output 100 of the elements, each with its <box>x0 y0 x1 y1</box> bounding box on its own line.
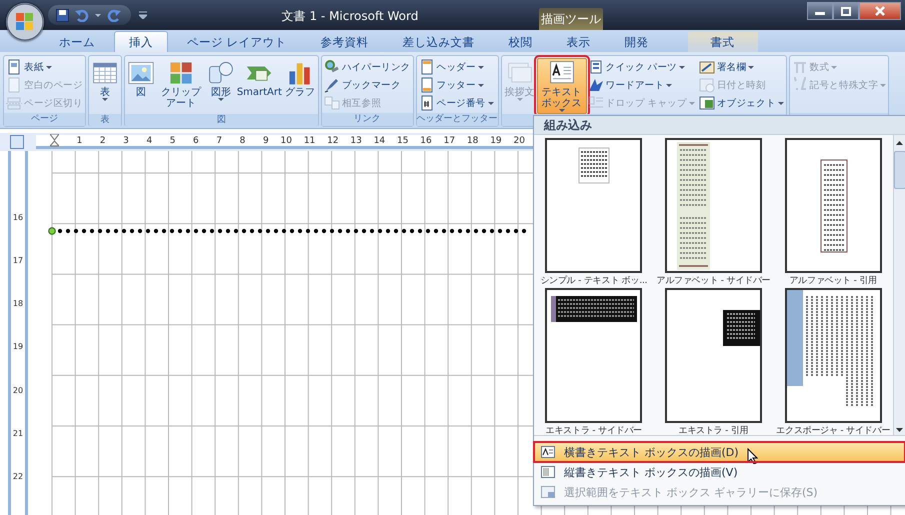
ruler-number: 9 <box>262 136 269 146</box>
ribbon-tab[interactable]: ホーム <box>44 31 110 52</box>
caret-icon <box>218 98 224 101</box>
gallery-caption: シンプル - テキスト ボッ... <box>540 274 648 287</box>
ribbon-tab[interactable]: 校閲 <box>494 31 548 52</box>
group-label: リンク <box>322 113 413 126</box>
ribbon-button[interactable]: クリップアート <box>156 58 206 114</box>
ribbon-button[interactable]: 表 <box>90 58 119 114</box>
caret-icon <box>46 66 52 68</box>
indent-marker-icon[interactable] <box>50 134 59 148</box>
caret-icon[interactable] <box>95 14 101 16</box>
ribbon-button[interactable]: オブジェクト <box>698 94 784 112</box>
ribbon-button[interactable]: クイック パーツ <box>588 58 695 76</box>
shape-handle-icon[interactable] <box>48 227 56 235</box>
ruler-number: 6 <box>192 136 199 146</box>
caret-icon <box>558 109 565 112</box>
caret-icon <box>831 66 838 68</box>
ruler-number: 11 <box>302 136 316 146</box>
redo-icon[interactable] <box>107 8 121 22</box>
ribbon-tab[interactable]: ページ レイアウト <box>172 31 302 52</box>
ruler-number: 7 <box>215 136 222 146</box>
ribbon-button[interactable]: SmartArt <box>236 58 283 114</box>
ribbon-tab[interactable]: 参考資料 <box>306 31 384 52</box>
gallery-caption: エキストラ - 引用 <box>678 425 748 437</box>
gallery-thumbnail[interactable] <box>545 288 642 423</box>
header-icon <box>418 59 435 75</box>
ruler-number: 16 <box>419 136 432 146</box>
ruler-number: 20 <box>12 386 24 397</box>
table-icon <box>92 60 118 86</box>
ruler-number: 18 <box>12 299 24 310</box>
menu-item[interactable]: 縦書きテキスト ボックスの描画(V) <box>534 462 905 482</box>
gallery-thumbnail[interactable] <box>784 138 882 273</box>
ruler-number: 4 <box>145 136 152 146</box>
mouse-cursor-icon <box>746 448 758 464</box>
ruler-number: 12 <box>326 136 339 146</box>
link-icon <box>324 59 340 75</box>
ribbon-button[interactable]: ページ番号 <box>418 94 494 112</box>
caret-icon <box>778 102 784 104</box>
close-icon <box>874 6 886 16</box>
gallery-section-header: 組み込み <box>534 116 905 135</box>
text-box-icon <box>548 60 575 86</box>
customize-icon[interactable] <box>139 11 147 19</box>
ruler-number: 14 <box>372 136 386 146</box>
shapes-icon <box>208 60 234 86</box>
ribbon-tab[interactable]: 書式 <box>688 31 758 52</box>
ruler-number: 19 <box>489 136 502 146</box>
restore-icon <box>840 6 852 16</box>
ribbon-tab[interactable]: 挿入 <box>114 31 168 52</box>
restore-button[interactable] <box>833 2 859 20</box>
ribbon-button[interactable]: ヘッダー <box>418 58 494 76</box>
gallery-thumbnail[interactable] <box>664 288 762 423</box>
scroll-bar[interactable] <box>893 135 905 435</box>
group-label: ページ <box>4 113 85 126</box>
caret-icon <box>666 84 672 86</box>
ruler-number: 3 <box>122 136 129 146</box>
gallery-caption: エクスポージャ - サイドバー <box>776 425 890 437</box>
ribbon-button[interactable]: グラフ <box>284 58 316 114</box>
ribbon-button[interactable]: 図 <box>126 58 155 114</box>
gallery-caption: アルファベット - サイドバー <box>656 275 770 287</box>
picture-icon <box>128 60 154 86</box>
pi-icon <box>792 59 808 75</box>
page-number-icon <box>418 95 435 111</box>
ribbon-button[interactable]: 署名欄 <box>698 58 784 76</box>
gallery-thumbnail[interactable] <box>784 288 882 423</box>
ribbon-tab[interactable]: 表示 <box>552 31 606 52</box>
ruler-number: 5 <box>168 136 176 146</box>
save-icon[interactable] <box>56 8 69 22</box>
gallery-thumbnail[interactable] <box>664 138 762 273</box>
dotted-line[interactable] <box>57 227 527 235</box>
ruler-number: 15 <box>396 136 408 146</box>
ribbon-button[interactable]: ワードアート <box>588 76 695 94</box>
ruler-number: 2 <box>98 136 106 146</box>
scroll-down-icon[interactable] <box>896 428 903 432</box>
ribbon-button[interactable]: ハイパーリンク <box>324 58 411 76</box>
menu-item[interactable]: 横書きテキスト ボックスの描画(D) <box>534 442 905 462</box>
caret-icon <box>478 84 484 86</box>
close-button[interactable] <box>859 2 901 20</box>
ribbon-tab[interactable]: 開発 <box>610 31 664 52</box>
gallery-thumbnail[interactable] <box>545 138 642 273</box>
vertical-text-box-icon <box>541 466 555 478</box>
ribbon-button[interactable]: テキストボックス <box>536 58 587 114</box>
ruler-number: 19 <box>12 342 24 354</box>
ribbon-button[interactable]: フッター <box>418 76 494 94</box>
ribbon-tab[interactable]: 差し込み文書 <box>388 31 490 52</box>
footer-icon <box>418 77 435 93</box>
ribbon-button[interactable]: 図形 <box>206 58 235 114</box>
tab-selector[interactable] <box>10 135 24 149</box>
ruler-number: 22 <box>12 472 24 483</box>
gallery-caption: エキストラ - サイドバー <box>546 425 642 437</box>
ribbon-button[interactable]: ブックマーク <box>324 76 411 94</box>
caret-icon <box>688 102 695 104</box>
clip-art-icon <box>168 60 194 86</box>
ribbon-button[interactable]: 表紙 <box>6 58 83 76</box>
undo-icon[interactable] <box>75 8 89 22</box>
scroll-thumb[interactable] <box>894 151 905 189</box>
contextual-tab-label: 描画ツール <box>539 8 603 30</box>
ruler-number: 16 <box>12 213 24 224</box>
minimize-button[interactable] <box>807 2 833 20</box>
scroll-up-icon[interactable] <box>896 141 903 145</box>
group-label: 図 <box>124 114 318 127</box>
